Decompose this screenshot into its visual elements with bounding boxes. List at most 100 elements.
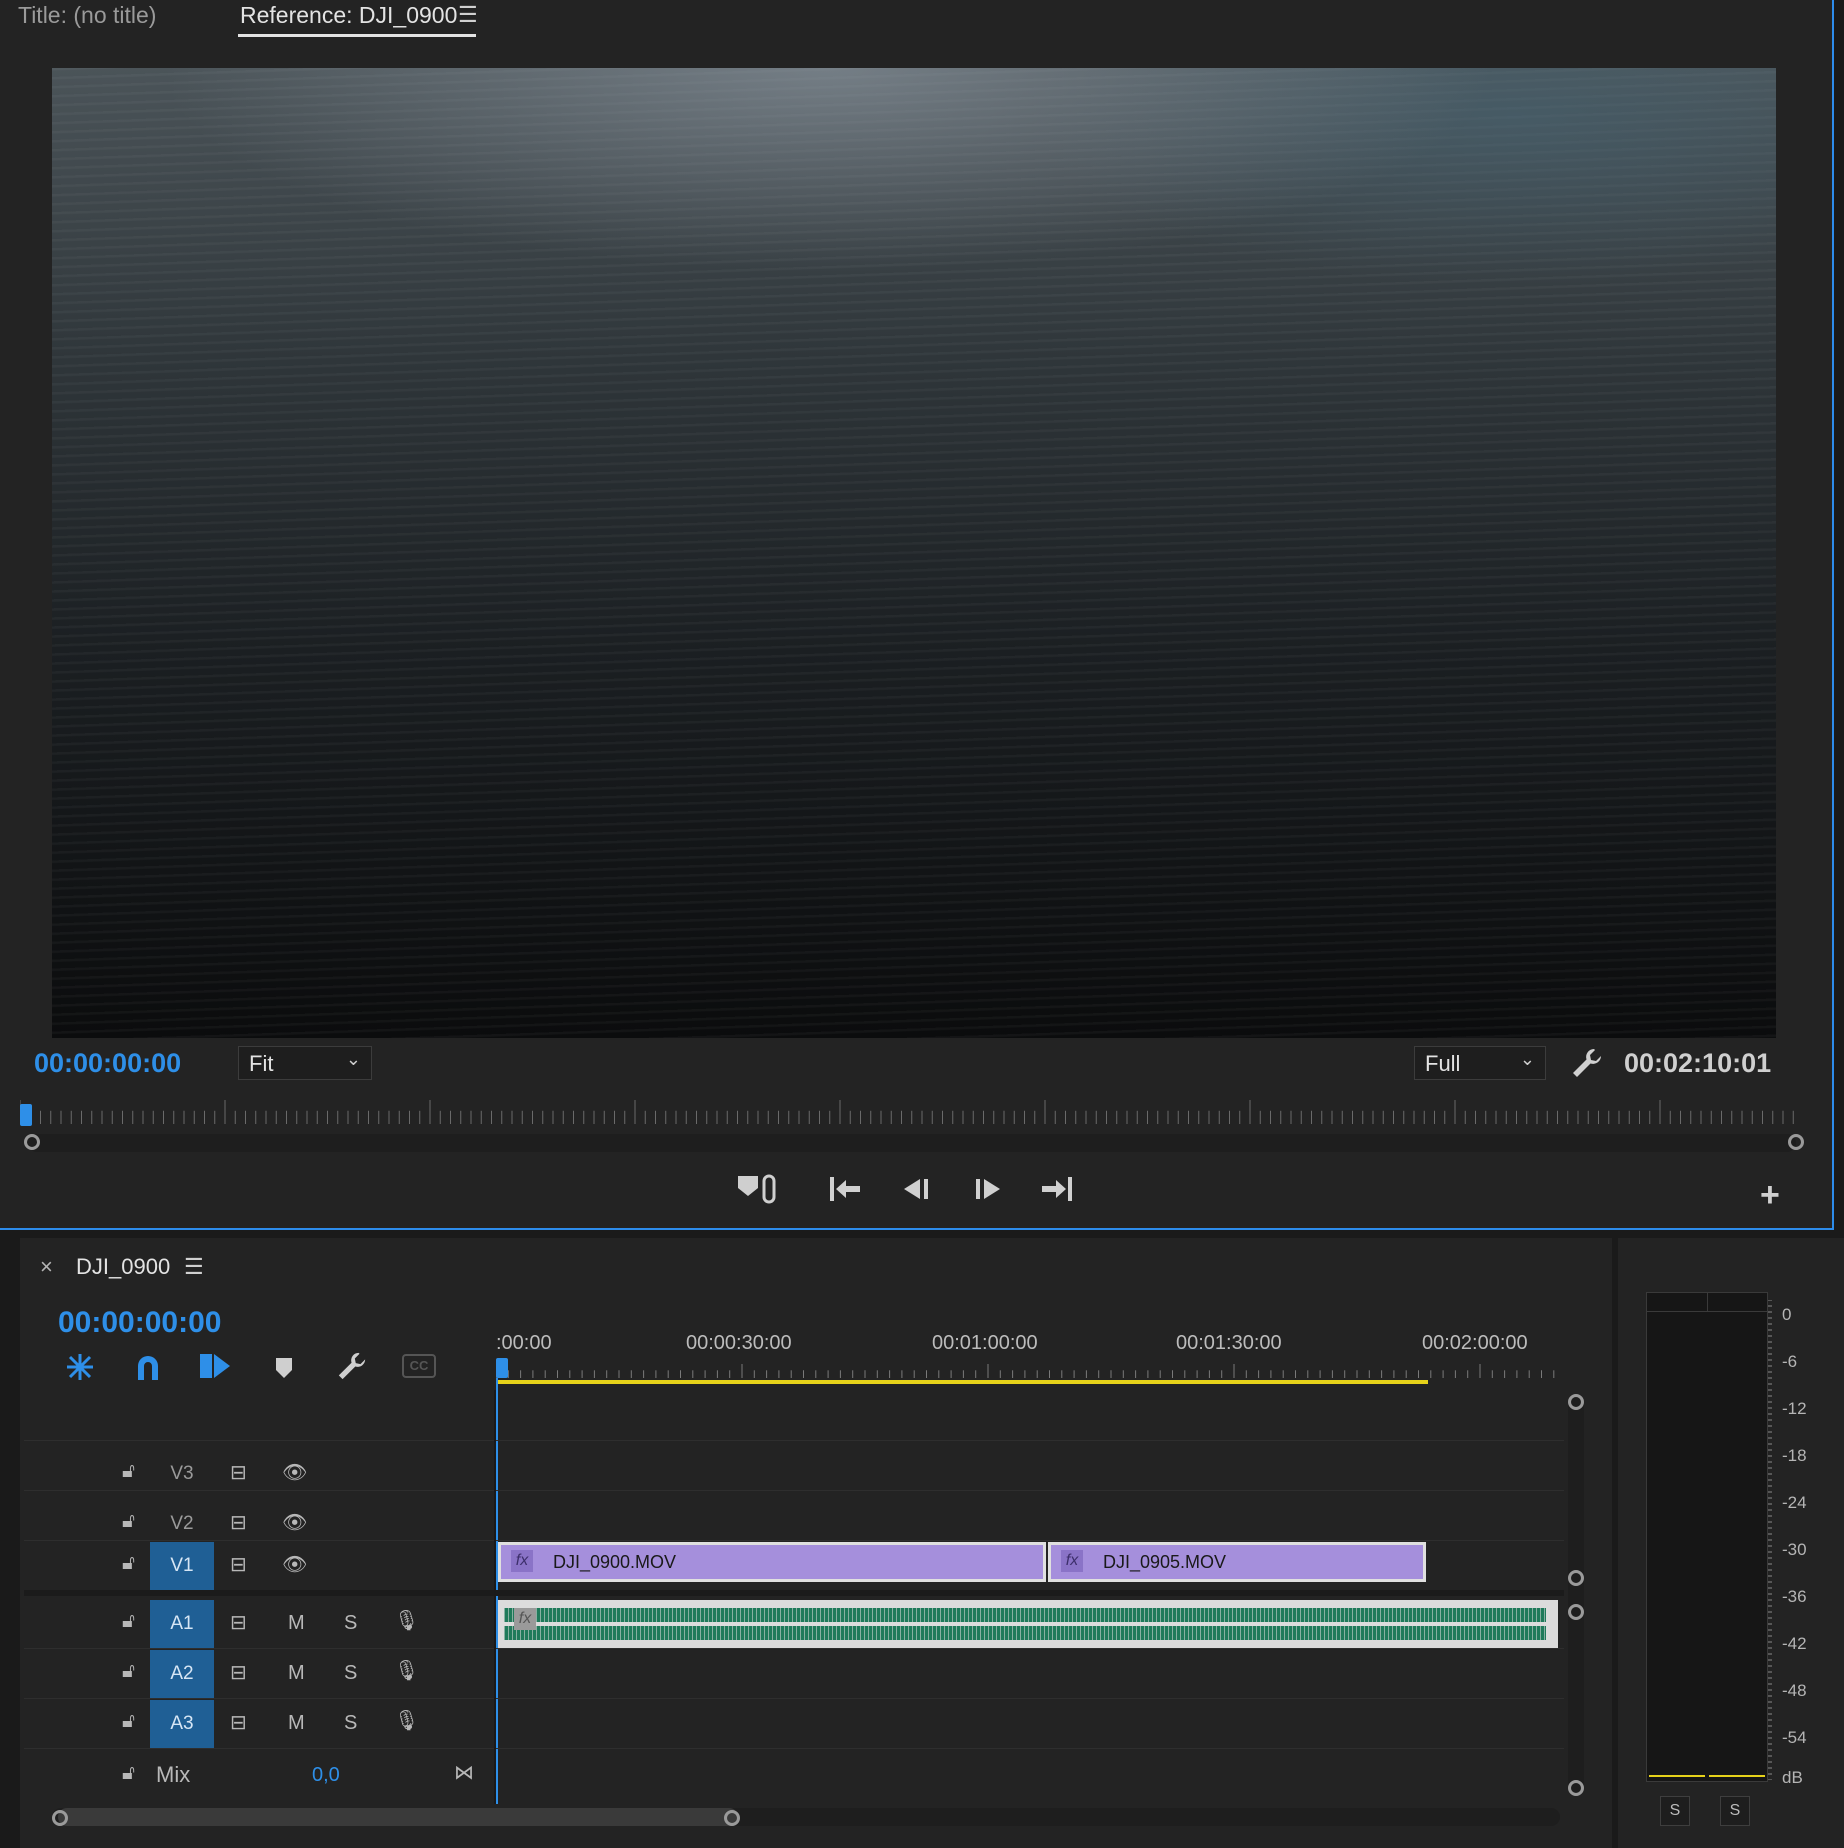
timeline-playhead-handle[interactable]: [496, 1358, 508, 1378]
microphone-icon[interactable]: 🎙︎: [394, 1658, 419, 1683]
video-clip[interactable]: fx DJI_0900.MOV: [498, 1542, 1046, 1582]
scroll-handle-left[interactable]: [24, 1134, 40, 1150]
step-back-icon[interactable]: [900, 1174, 932, 1204]
track-name-v1[interactable]: V1: [150, 1542, 214, 1590]
close-sequence-icon[interactable]: ×: [40, 1254, 53, 1280]
fx-badge[interactable]: fx: [1061, 1550, 1083, 1572]
vscroll-handle[interactable]: [1568, 1780, 1584, 1796]
track-name-a3[interactable]: A3: [150, 1700, 214, 1748]
solo-button[interactable]: S: [344, 1712, 357, 1735]
monitor-zoom-scrollbar[interactable]: [28, 1134, 1796, 1152]
meter-scale-label: -12: [1782, 1399, 1807, 1418]
lock-icon[interactable]: 🔓︎: [122, 1510, 135, 1533]
video-frame: [52, 68, 1776, 1038]
solo-left-button[interactable]: S: [1660, 1796, 1690, 1826]
track-name-v3[interactable]: V3: [150, 1450, 214, 1498]
lock-icon[interactable]: 🔓︎: [122, 1660, 135, 1683]
track-divider: [24, 1698, 1564, 1699]
sync-lock-icon[interactable]: ⊟: [230, 1660, 247, 1685]
captions-icon[interactable]: CC: [402, 1354, 436, 1378]
quality-select[interactable]: Full ⌄: [1414, 1046, 1546, 1080]
eye-icon[interactable]: 👁︎: [282, 1510, 307, 1535]
meter-scale-label: -42: [1782, 1634, 1807, 1653]
marker-link-icon[interactable]: [736, 1172, 784, 1206]
track-name-a2[interactable]: A2: [150, 1650, 214, 1698]
fx-badge[interactable]: fx: [511, 1550, 533, 1572]
channel-divider: [1707, 1293, 1708, 1311]
meter-scale-ticks: [1768, 1300, 1772, 1780]
add-marker-icon[interactable]: [274, 1356, 294, 1380]
microphone-icon[interactable]: 🎙︎: [394, 1608, 419, 1633]
track-header-a2: 🔓︎ A2 ⊟ M S 🎙︎: [0, 1650, 490, 1698]
lock-icon[interactable]: 🔓︎: [122, 1552, 135, 1575]
lock-icon[interactable]: 🔓︎: [122, 1762, 135, 1785]
go-to-out-icon[interactable]: [1040, 1174, 1074, 1204]
mute-button[interactable]: M: [288, 1662, 305, 1685]
work-area-bar[interactable]: [496, 1380, 1428, 1384]
sync-lock-icon[interactable]: ⊟: [230, 1510, 247, 1535]
track-name-a1[interactable]: A1: [150, 1600, 214, 1648]
track-header-v2: 🔓︎ V2 ⊟ 👁︎: [0, 1500, 490, 1548]
solo-button[interactable]: S: [344, 1662, 357, 1685]
microphone-icon[interactable]: 🎙︎: [394, 1708, 419, 1733]
insert-overwrite-icon[interactable]: [198, 1350, 232, 1382]
meter-level-left: [1649, 1775, 1705, 1777]
vscroll-handle[interactable]: [1568, 1570, 1584, 1586]
lock-icon[interactable]: 🔓︎: [122, 1610, 135, 1633]
snap-icon[interactable]: [64, 1352, 96, 1382]
panel-menu-icon[interactable]: ☰: [458, 2, 478, 28]
video-clip[interactable]: fx DJI_0905.MOV: [1048, 1542, 1426, 1582]
sync-lock-icon[interactable]: ⊟: [230, 1710, 247, 1735]
tab-reference[interactable]: Reference: DJI_0900: [240, 2, 457, 29]
sync-lock-icon[interactable]: ⊟: [230, 1460, 247, 1485]
active-tab-underline: [238, 34, 476, 37]
eye-icon[interactable]: 👁︎: [282, 1460, 307, 1485]
bowtie-icon[interactable]: ⋈: [454, 1760, 474, 1785]
meter-scale-label: -30: [1782, 1540, 1807, 1559]
lock-icon[interactable]: 🔓︎: [122, 1710, 135, 1733]
scroll-handle-right[interactable]: [1788, 1134, 1804, 1150]
playhead[interactable]: [20, 1104, 32, 1126]
zoom-select[interactable]: Fit ⌄: [238, 1046, 372, 1080]
track-divider: [24, 1748, 1564, 1749]
vertical-scrollbar[interactable]: [1568, 1394, 1584, 1792]
mix-value[interactable]: 0,0: [312, 1764, 340, 1787]
monitor-time-ruler[interactable]: [20, 1100, 1802, 1134]
vscroll-handle[interactable]: [1568, 1394, 1584, 1410]
sequence-tab[interactable]: DJI_0900: [76, 1254, 170, 1280]
eye-icon[interactable]: 👁︎: [282, 1552, 307, 1577]
scroll-handle-right[interactable]: [724, 1810, 740, 1826]
ruler-label: 00:01:30:00: [1176, 1332, 1282, 1354]
current-timecode[interactable]: 00:00:00:00: [34, 1048, 181, 1079]
wrench-icon[interactable]: [1570, 1046, 1604, 1080]
quality-select-value: Full: [1425, 1051, 1461, 1076]
meter-scale-label: -24: [1782, 1493, 1807, 1512]
sync-lock-icon[interactable]: ⊟: [230, 1610, 247, 1635]
tab-title[interactable]: Title: (no title): [18, 2, 156, 29]
sync-lock-icon[interactable]: ⊟: [230, 1552, 247, 1577]
timeline-timecode[interactable]: 00:00:00:00: [58, 1306, 221, 1340]
scroll-thumb[interactable]: [58, 1808, 738, 1826]
audio-clip[interactable]: fx: [498, 1600, 1558, 1648]
add-button-icon[interactable]: +: [1760, 1176, 1780, 1215]
solo-button[interactable]: S: [344, 1612, 357, 1635]
timeline-settings-icon[interactable]: [336, 1350, 368, 1382]
track-name-v2[interactable]: V2: [150, 1500, 214, 1548]
go-to-in-icon[interactable]: [828, 1174, 862, 1204]
clip-name: DJI_0905.MOV: [1103, 1552, 1227, 1572]
chevron-down-icon: ⌄: [1519, 1049, 1535, 1069]
video-audio-divider[interactable]: [24, 1590, 1564, 1596]
ruler-label: 00:00:30:00: [686, 1332, 792, 1354]
mute-button[interactable]: M: [288, 1712, 305, 1735]
meter-scale-label: 0: [1782, 1305, 1792, 1324]
step-forward-icon[interactable]: [972, 1174, 1004, 1204]
fx-badge[interactable]: fx: [514, 1608, 536, 1630]
linked-selection-icon[interactable]: [132, 1352, 164, 1382]
mute-button[interactable]: M: [288, 1612, 305, 1635]
vscroll-handle[interactable]: [1568, 1604, 1584, 1620]
lock-icon[interactable]: 🔓︎: [122, 1460, 135, 1483]
sequence-menu-icon[interactable]: ☰: [184, 1254, 204, 1280]
track-divider: [24, 1648, 1564, 1649]
scroll-handle-left[interactable]: [52, 1810, 68, 1826]
solo-right-button[interactable]: S: [1720, 1796, 1750, 1826]
